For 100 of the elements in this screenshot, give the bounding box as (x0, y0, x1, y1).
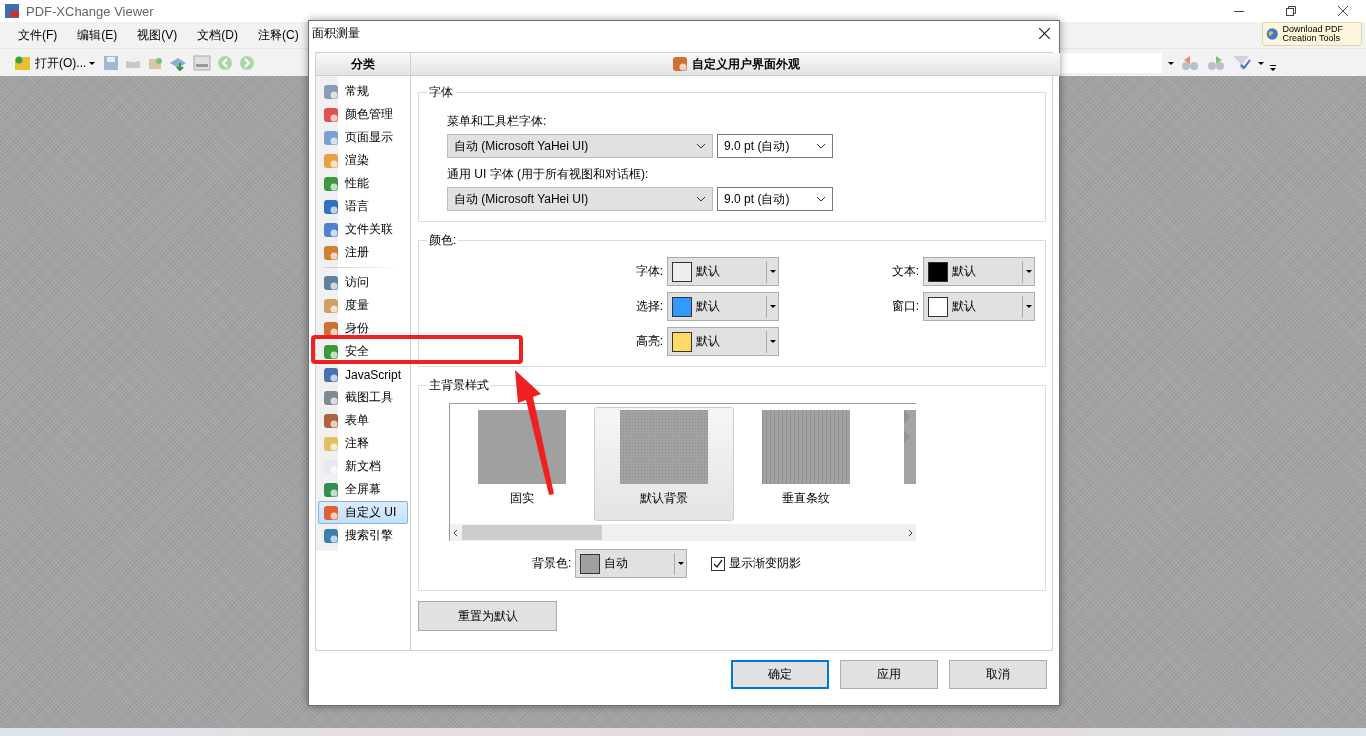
category-item[interactable]: 性能 (318, 172, 409, 195)
open-button[interactable]: 打开(O)... (12, 54, 98, 72)
field-label: 菜单和工具栏字体: (447, 113, 548, 130)
category-item[interactable]: 注册 (318, 241, 409, 264)
category-icon (323, 83, 339, 100)
dropdown-arrow-icon (769, 305, 776, 308)
category-header: 分类 (316, 53, 411, 76)
download-button[interactable]: Download PDF Creation Tools (1262, 22, 1362, 46)
category-icon (323, 175, 339, 192)
restore-icon[interactable] (1286, 6, 1296, 16)
category-item[interactable]: 颜色管理 (318, 103, 409, 126)
category-icon (323, 527, 339, 544)
category-item[interactable]: 渲染 (318, 149, 409, 172)
category-item[interactable]: 度量 (318, 294, 409, 317)
chevron-icon (696, 196, 707, 202)
size-dropdown[interactable]: 9.0 pt (自动) (717, 134, 834, 158)
color-label: 选择: (635, 298, 664, 315)
category-icon (323, 389, 339, 406)
category-icon (323, 244, 339, 261)
category-icon (323, 198, 339, 215)
dropdown-arrow-icon (1025, 270, 1032, 273)
dropdown-arrow-icon (769, 270, 776, 273)
color-label: 窗口: (891, 298, 920, 315)
category-item[interactable]: 安全 (318, 340, 409, 363)
color-label: 文本: (891, 263, 920, 280)
dialog-button[interactable]: 取消 (949, 660, 1047, 689)
dialog-button[interactable]: 确定 (731, 660, 829, 689)
color-picker[interactable]: 默认 (667, 292, 780, 321)
menu-item[interactable]: 文件(F) (14, 26, 62, 44)
dropdown-arrow-icon (769, 340, 776, 343)
reset-button[interactable]: 重置为默认 (418, 601, 558, 631)
menu-item[interactable]: 注释(C) (254, 26, 303, 44)
category-item[interactable]: 身份 (318, 317, 409, 340)
category-item[interactable]: 语言 (318, 195, 409, 218)
category-icon (323, 366, 339, 383)
package-icon[interactable] (147, 55, 164, 71)
style-option[interactable]: 垂直条纹 (736, 407, 877, 521)
style-option[interactable]: 固实 (452, 407, 593, 521)
dropdown-arrow-icon (89, 61, 96, 65)
dialog-title: 面积测量 (312, 25, 360, 42)
chevron-icon (816, 196, 827, 202)
size-dropdown[interactable]: 9.0 pt (自动) (717, 187, 834, 211)
overflow-icon[interactable] (1270, 65, 1276, 71)
category-item[interactable]: 表单 (318, 409, 409, 432)
dropdown-arrow-icon[interactable] (1258, 61, 1264, 65)
category-item[interactable]: 注释 (318, 432, 409, 455)
chevron-icon (696, 143, 707, 149)
horizontal-scrollbar[interactable] (450, 524, 917, 541)
category-icon (323, 504, 339, 521)
category-icon (323, 274, 339, 291)
close-icon[interactable] (1338, 6, 1348, 16)
gradient-checkbox[interactable]: 显示渐变阴影 (705, 554, 808, 573)
folder-icon (14, 55, 32, 71)
category-item[interactable]: 新文档 (318, 455, 409, 478)
style-option[interactable]: 默认背景 (594, 407, 735, 521)
category-icon (323, 106, 339, 123)
panel-header: 自定义用户界面外观 (411, 53, 1061, 76)
group-title: 字体 (428, 84, 455, 101)
menu-item[interactable]: 视图(V) (133, 26, 182, 44)
scan-icon[interactable] (169, 55, 188, 71)
menu-item[interactable]: 编辑(E) (73, 26, 122, 44)
color-picker[interactable]: 默认 (667, 257, 780, 286)
dialog-button[interactable]: 应用 (840, 660, 938, 689)
category-icon (323, 435, 339, 452)
minimize-icon[interactable] (1234, 10, 1244, 12)
previous-result-icon[interactable] (1180, 55, 1200, 71)
category-item[interactable]: 搜索引擎 (318, 524, 409, 547)
color-picker[interactable]: 默认 (667, 327, 780, 356)
group-title: 颜色: (428, 232, 458, 249)
category-item[interactable]: 页面显示 (318, 126, 409, 149)
category-icon (323, 412, 339, 429)
app-icon (4, 3, 20, 19)
color-picker[interactable]: 默认 (923, 292, 1036, 321)
category-item[interactable]: 自定义 UI (318, 501, 409, 524)
category-item[interactable]: 全屏幕 (318, 478, 409, 501)
color-picker[interactable]: 自动 (575, 549, 688, 578)
next-result-icon[interactable] (1206, 55, 1226, 71)
category-item[interactable]: 截图工具 (318, 386, 409, 409)
color-picker[interactable]: 默认 (923, 257, 1036, 286)
filter-icon[interactable] (1232, 55, 1252, 71)
color-label: 背景色: (532, 555, 572, 572)
category-item[interactable]: 访问 (318, 271, 409, 294)
menu-item[interactable]: 文档(D) (193, 26, 242, 44)
close-icon[interactable] (1038, 28, 1050, 39)
category-item[interactable]: 常规 (318, 80, 409, 103)
window-title: PDF-XChange Viewer (26, 3, 154, 19)
category-item[interactable]: 文件关联 (318, 218, 409, 241)
category-icon (323, 221, 339, 238)
font-dropdown[interactable]: 自动 (Microsoft YaHei UI) (447, 134, 714, 158)
category-icon (323, 152, 339, 169)
category-icon (323, 481, 339, 498)
dropdown-arrow-icon (1025, 305, 1032, 308)
save-icon[interactable] (103, 55, 120, 71)
color-label: 高亮: (635, 333, 664, 350)
font-dropdown[interactable]: 自动 (Microsoft YaHei UI) (447, 187, 714, 211)
checkmark-icon (713, 558, 724, 569)
dropdown-arrow-icon (677, 562, 684, 565)
group-title: 主背景样式 (428, 377, 491, 394)
category-item[interactable]: JavaScript (318, 363, 409, 386)
dropdown-arrow-icon[interactable] (1168, 61, 1174, 65)
